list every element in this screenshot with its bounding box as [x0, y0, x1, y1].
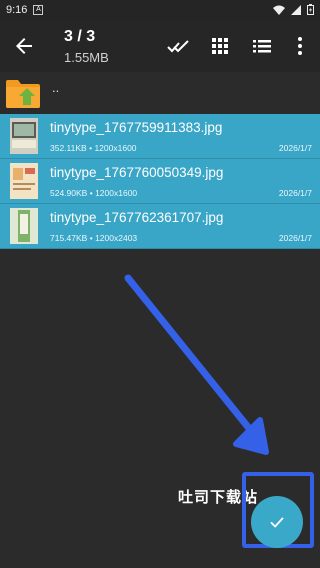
file-date: 2026/1/7 [278, 188, 312, 198]
check-icon [270, 517, 284, 528]
file-row[interactable]: tinytype_1767759911383.jpg 352.11KB • 12… [0, 114, 320, 159]
more-options-icon[interactable] [288, 34, 312, 58]
file-date: 2026/1/7 [278, 143, 312, 153]
signal-icon [291, 4, 301, 15]
wifi-icon [273, 5, 285, 15]
page-title: 3 / 3 [64, 28, 96, 45]
file-date: 2026/1/7 [278, 233, 312, 243]
back-arrow-icon[interactable] [12, 34, 36, 58]
file-name: tinytype_1767759911383.jpg [50, 120, 223, 135]
file-name: tinytype_1767760050349.jpg [50, 165, 224, 180]
battery-icon [307, 4, 314, 15]
image-thumbnail-icon [10, 163, 38, 199]
list-view-icon[interactable] [250, 34, 274, 58]
parent-directory-row[interactable]: .. [0, 72, 320, 114]
file-name: tinytype_1767762361707.jpg [50, 210, 224, 225]
select-all-icon[interactable] [166, 34, 190, 58]
status-icons [273, 4, 314, 15]
grid-view-icon[interactable] [208, 34, 232, 58]
toolbar: 3 / 3 1.55MB [0, 20, 320, 72]
file-row[interactable]: tinytype_1767760050349.jpg 524.90KB • 12… [0, 159, 320, 204]
app-notification-icon: A [33, 5, 44, 15]
confirm-button[interactable] [251, 496, 303, 548]
file-meta: 715.47KB • 1200x2403 [50, 233, 138, 243]
folder-up-icon [6, 80, 40, 108]
file-row[interactable]: tinytype_1767762361707.jpg 715.47KB • 12… [0, 204, 320, 249]
total-size: 1.55MB [64, 50, 109, 65]
parent-directory-label: .. [52, 80, 60, 95]
image-thumbnail-icon [10, 208, 38, 244]
file-meta: 352.11KB • 1200x1600 [50, 143, 137, 153]
file-meta: 524.90KB • 1200x1600 [50, 188, 138, 198]
status-time: 9:16 [6, 4, 28, 16]
image-thumbnail-icon [10, 118, 38, 154]
status-bar: 9:16 A [0, 0, 320, 20]
file-list: tinytype_1767759911383.jpg 352.11KB • 12… [0, 114, 320, 249]
